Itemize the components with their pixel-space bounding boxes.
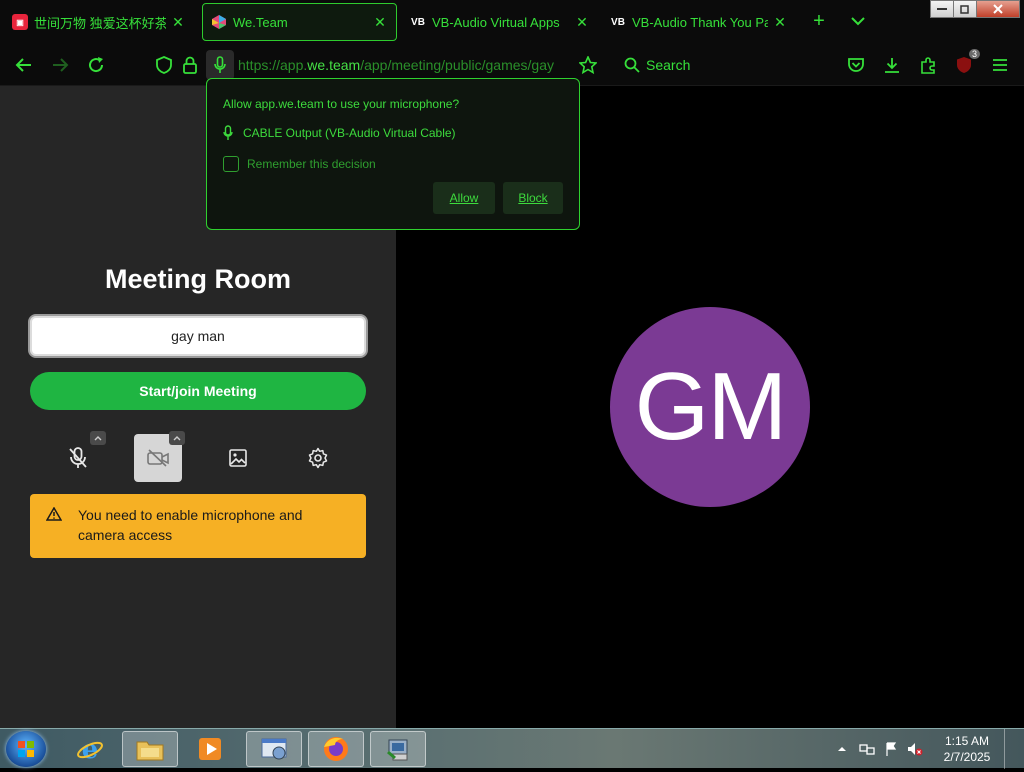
reload-icon [89, 57, 104, 73]
control-panel-icon[interactable] [246, 731, 302, 767]
search-icon [624, 57, 640, 73]
close-tab-icon[interactable]: ✕ [372, 14, 388, 31]
arrow-left-icon [15, 58, 31, 72]
warning-text: You need to enable microphone and camera… [78, 507, 303, 543]
list-all-tabs-button[interactable] [848, 12, 868, 30]
close-tab-icon[interactable]: ✕ [170, 14, 186, 31]
windows-taskbar: e 1:15 AM 2/7/2025 [0, 728, 1024, 769]
avatar: GM [610, 307, 810, 507]
network-icon[interactable] [858, 741, 876, 757]
extensions-button[interactable] [918, 55, 938, 75]
bookmark-star-icon[interactable] [578, 55, 598, 75]
svg-text:e: e [82, 735, 99, 764]
warning-triangle-icon [46, 507, 62, 521]
camera-off-icon [147, 449, 169, 467]
microphone-options-caret[interactable] [90, 431, 106, 445]
tab-chinese-site[interactable]: ▣ 世间万物 独爱这杯好茶 - 小 ✕ [4, 3, 194, 41]
remember-decision-label: Remember this decision [247, 157, 376, 171]
camera-options-caret[interactable] [169, 431, 185, 445]
firefox-icon[interactable] [308, 731, 364, 767]
microphone-permission-popup: Allow app.we.team to use your microphone… [206, 78, 580, 230]
lock-icon[interactable] [180, 55, 200, 75]
chevron-up-icon [173, 436, 181, 441]
show-desktop-button[interactable] [1004, 729, 1016, 769]
forward-button[interactable] [50, 55, 70, 75]
audio-device-selector[interactable]: CABLE Output (VB-Audio Virtual Cable) [223, 125, 456, 141]
puzzle-icon [921, 57, 935, 74]
show-hidden-icons-icon[interactable] [836, 744, 848, 754]
vb-logo-icon: VB [611, 16, 625, 28]
tab-title: VB-Audio Virtual Apps [432, 14, 560, 30]
new-tab-button[interactable]: + [808, 10, 830, 32]
installer-icon[interactable] [370, 731, 426, 767]
tab-vb-thank-you[interactable]: VB VB-Audio Thank You Page ✕ [602, 3, 796, 41]
tab-title: 世间万物 独爱这杯好茶 - 小 [34, 15, 166, 31]
gear-icon [308, 447, 328, 469]
page-title: Meeting Room [105, 264, 291, 294]
microphone-icon [214, 56, 226, 73]
search-placeholder: Search [646, 57, 691, 73]
pocket-icon [848, 58, 864, 72]
chevron-up-icon [94, 436, 102, 441]
volume-muted-icon[interactable] [906, 741, 924, 757]
tab-we-team[interactable]: We.Team ✕ [202, 3, 397, 41]
ublock-shield-icon [957, 57, 971, 73]
downloads-button[interactable] [882, 55, 902, 75]
minimize-button[interactable] [930, 0, 954, 18]
microphone-muted-icon [69, 447, 87, 468]
tab-title: We.Team [233, 14, 288, 30]
download-icon [885, 58, 899, 73]
tab-strip: ▣ 世间万物 独爱这杯好茶 - 小 ✕ We.Team ✕ VB VB-Audi… [0, 0, 1024, 44]
tab-vb-virtual-apps[interactable]: VB VB-Audio Virtual Apps ✕ [402, 3, 598, 41]
microphone-icon [223, 125, 233, 140]
ublock-extension-button[interactable]: 3 [954, 49, 980, 75]
reload-button[interactable] [86, 55, 106, 75]
microphone-permission-button[interactable] [206, 50, 234, 80]
search-box[interactable]: Search [618, 50, 828, 80]
internet-explorer-icon[interactable]: e [62, 731, 118, 767]
vb-logo-icon: VB [411, 16, 425, 28]
windows-logo-icon [18, 741, 34, 757]
file-explorer-icon[interactable] [122, 731, 178, 767]
start-join-meeting-button[interactable]: Start/join Meeting [30, 372, 366, 410]
allow-button[interactable]: Allow [433, 182, 495, 214]
settings-button[interactable] [294, 434, 342, 482]
remember-decision-checkbox[interactable] [223, 156, 239, 172]
clock-time: 1:15 AM [944, 734, 990, 748]
background-image-button[interactable] [214, 434, 262, 482]
tracking-protection-shield-icon[interactable] [154, 55, 174, 75]
tab-title: VB-Audio Thank You Page [632, 14, 768, 30]
image-icon [229, 449, 247, 467]
restore-button[interactable] [953, 0, 977, 18]
display-name-input[interactable] [28, 314, 368, 358]
remember-decision-row[interactable]: Remember this decision [223, 156, 376, 172]
system-clock[interactable]: 1:15 AM 2/7/2025 [938, 733, 996, 765]
url-text: https://app.we.team/app/meeting/public/g… [238, 57, 554, 73]
window-controls [930, 0, 1020, 18]
clock-date: 2/7/2025 [943, 750, 991, 764]
media-player-icon[interactable] [182, 731, 238, 767]
block-button[interactable]: Block [503, 182, 563, 214]
permission-warning-banner: You need to enable microphone and camera… [30, 494, 366, 558]
extension-badge: 3 [968, 49, 980, 59]
hamburger-menu-icon [993, 59, 1007, 71]
red-app-logo-icon: ▣ [12, 14, 28, 30]
back-button[interactable] [14, 55, 34, 75]
close-tab-icon[interactable]: ✕ [574, 14, 590, 31]
action-center-flag-icon[interactable] [884, 741, 898, 757]
start-button[interactable] [6, 731, 46, 767]
permission-question: Allow app.we.team to use your microphone… [223, 97, 460, 111]
audio-device-label: CABLE Output (VB-Audio Virtual Cable) [243, 126, 456, 140]
address-bar[interactable]: https://app.we.team/app/meeting/public/g… [150, 50, 610, 80]
close-tab-icon[interactable]: ✕ [772, 14, 788, 31]
chevron-down-icon [851, 17, 865, 26]
menu-button[interactable] [990, 55, 1010, 75]
pocket-button[interactable] [846, 55, 866, 75]
arrow-right-icon [53, 58, 69, 72]
close-window-button[interactable] [976, 0, 1020, 18]
weteam-logo-icon [211, 14, 227, 30]
system-tray: 1:15 AM 2/7/2025 [836, 729, 1016, 769]
